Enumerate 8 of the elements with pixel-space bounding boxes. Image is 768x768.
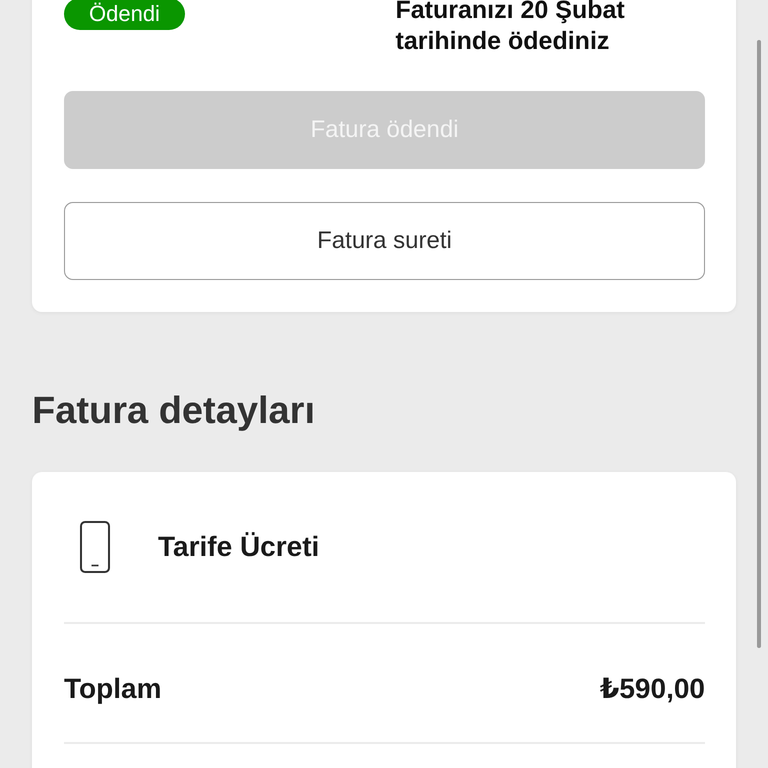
bill-copy-button[interactable]: Fatura sureti	[64, 202, 705, 280]
section-heading: Fatura detayları	[32, 389, 316, 433]
payment-message: Faturanızı 20 Şubat tarihinde ödediniz	[396, 0, 626, 57]
total-label: Toplam	[64, 673, 162, 705]
paid-status-badge: Ödendi	[64, 0, 185, 30]
charge-label: Tarife Ücreti	[158, 531, 320, 563]
phone-icon	[80, 521, 110, 573]
total-amount: ₺590,00	[600, 673, 705, 705]
